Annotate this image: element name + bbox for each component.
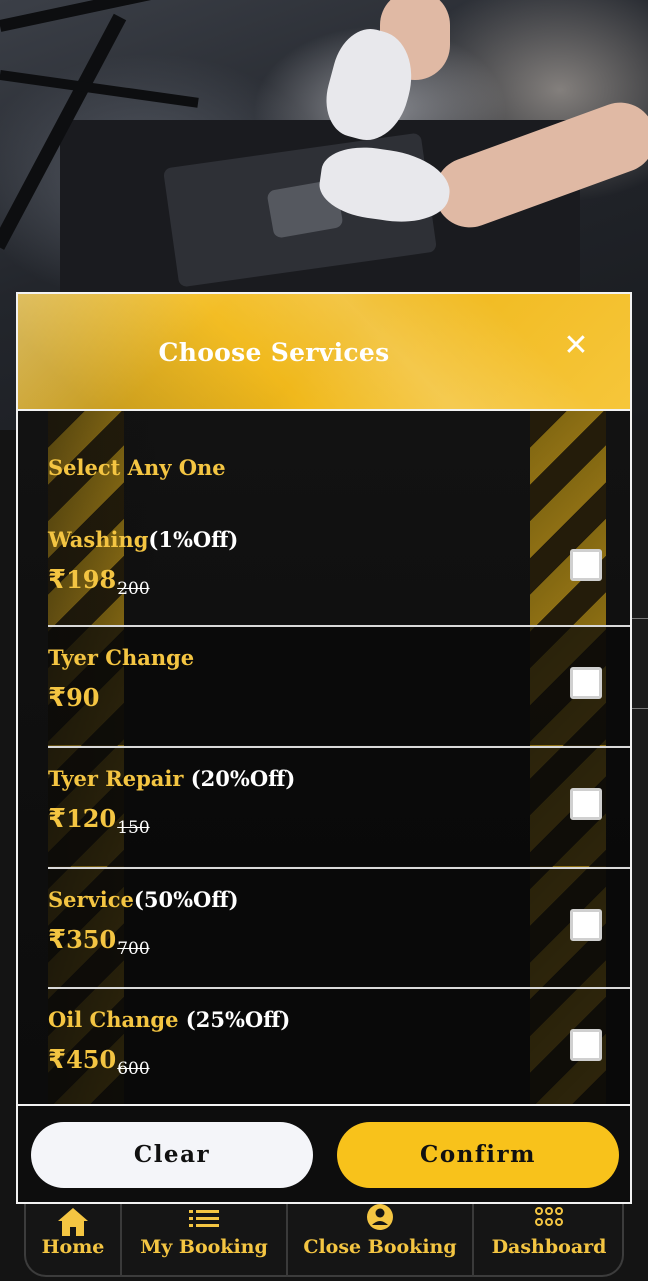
close-icon[interactable]: ✕ [558, 328, 594, 364]
dialog-footer: Clear Confirm [18, 1104, 630, 1202]
service-checkbox-service[interactable] [570, 909, 602, 941]
service-price: ₹120150 [48, 804, 150, 838]
dialog-header: Choose Services ✕ [18, 294, 630, 411]
dialog-body: Select Any One Washing(1%Off) ₹198200 Ty… [18, 411, 630, 1104]
service-name: Tyer Change [48, 645, 195, 670]
service-checkbox-oil-change[interactable] [570, 1029, 602, 1061]
dialog-title: Choose Services [158, 338, 390, 367]
service-row-service[interactable]: Service(50%Off) ₹350700 [48, 867, 630, 987]
select-instruction: Select Any One [48, 455, 226, 480]
nav-item-my-booking[interactable]: My Booking [122, 1204, 286, 1277]
service-price: ₹350700 [48, 925, 150, 959]
service-row-oil-change[interactable]: Oil Change (25%Off) ₹450600 [48, 987, 630, 1104]
confirm-button[interactable]: Confirm [337, 1122, 619, 1188]
nav-item-close-booking[interactable]: Close Booking [288, 1204, 472, 1277]
service-name: Washing(1%Off) [48, 527, 239, 552]
service-name: Oil Change (25%Off) [48, 1007, 291, 1032]
service-name: Service(50%Off) [48, 887, 239, 912]
original-price: 600 [117, 1059, 150, 1079]
service-checkbox-tyer-repair[interactable] [570, 788, 602, 820]
service-row-washing[interactable]: Washing(1%Off) ₹198200 [48, 509, 630, 629]
bottom-navigation: Home My Booking Close Booking Dashboard [24, 1204, 624, 1277]
service-row-tyer-change[interactable]: Tyer Change ₹90 [48, 625, 630, 745]
original-price: 200 [117, 579, 150, 599]
nav-item-dashboard[interactable]: Dashboard [474, 1204, 624, 1277]
service-name: Tyer Repair (20%Off) [48, 766, 296, 791]
choose-services-dialog: Choose Services ✕ Select Any One Washing… [16, 292, 632, 1204]
clear-button[interactable]: Clear [31, 1122, 313, 1188]
service-checkbox-tyer-change[interactable] [570, 667, 602, 699]
service-price: ₹198200 [48, 565, 150, 599]
service-price: ₹450600 [48, 1045, 150, 1079]
original-price: 700 [117, 939, 150, 959]
service-checkbox-washing[interactable] [570, 549, 602, 581]
service-row-tyer-repair[interactable]: Tyer Repair (20%Off) ₹120150 [48, 746, 630, 866]
service-price: ₹90 [48, 683, 100, 713]
nav-item-home[interactable]: Home [26, 1204, 120, 1277]
original-price: 150 [117, 818, 150, 838]
